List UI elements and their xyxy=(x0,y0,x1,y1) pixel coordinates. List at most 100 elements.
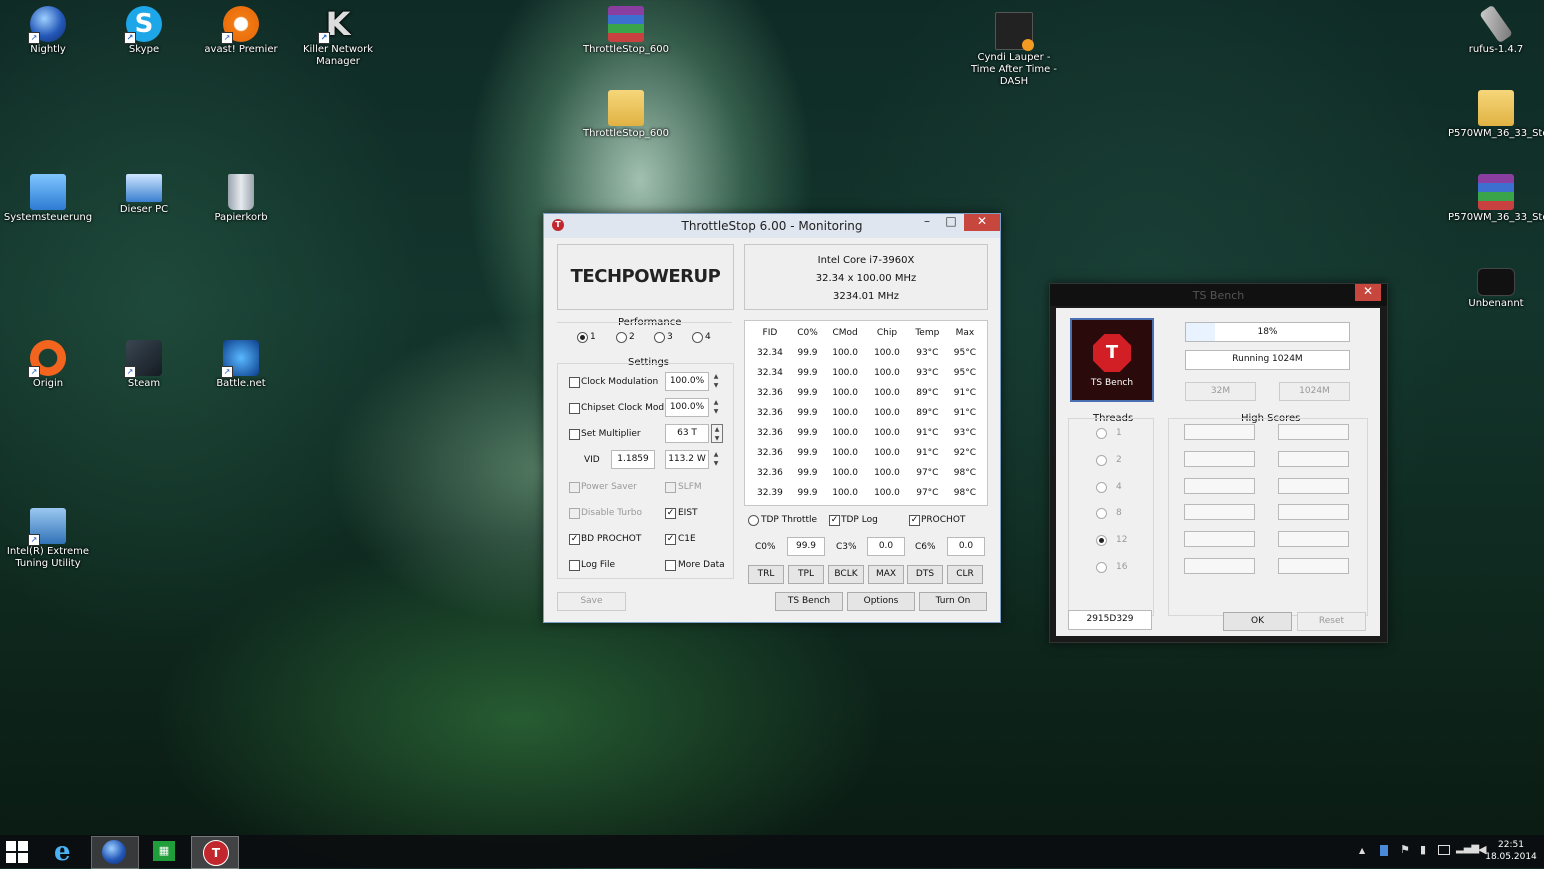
maximize-button[interactable]: □ xyxy=(938,214,964,231)
taskbar-throttlestop[interactable]: T xyxy=(191,836,239,869)
table-cell: 98°C xyxy=(953,488,977,498)
high-score-field xyxy=(1184,450,1255,467)
desktop-icon-label: P570WM_36_33_Stock xyxy=(1448,212,1544,223)
slfm-checkbox[interactable] xyxy=(665,482,676,493)
performance-radio-4[interactable] xyxy=(692,332,703,343)
ts-bench-close-button[interactable]: ✕ xyxy=(1355,284,1381,301)
tdp-log-checkbox[interactable]: ✓ xyxy=(829,515,840,526)
ts-bench-title-bar[interactable]: TS Bench ✕ xyxy=(1050,284,1387,306)
performance-radio-2[interactable] xyxy=(616,332,627,343)
bclk-button[interactable]: BCLK xyxy=(828,565,864,584)
desktop-icon-battlenet[interactable]: ↗ Battle.net xyxy=(193,340,289,390)
reset-button[interactable]: Reset xyxy=(1297,612,1366,631)
chipset-clock-mod-spinner[interactable]: ▲ ▼ xyxy=(711,398,721,416)
desktop-icon-label: Skype xyxy=(128,44,160,55)
device-icon[interactable]: ▮ xyxy=(1420,843,1426,856)
desktop-icon-intel-xtu[interactable]: ↗ Intel(R) Extreme Tuning Utility xyxy=(0,508,96,570)
performance-radio-3[interactable] xyxy=(654,332,665,343)
thread-radio-2[interactable] xyxy=(1096,454,1107,466)
eist-checkbox[interactable]: ✓ xyxy=(665,508,676,519)
column-header: Chip xyxy=(876,328,898,338)
desktop-icon-throttlestop-archive[interactable]: ThrottleStop_600 xyxy=(578,6,674,56)
ok-button[interactable]: OK xyxy=(1223,612,1292,631)
clock-modulation-checkbox[interactable] xyxy=(569,377,580,388)
c1e-checkbox[interactable]: ✓ xyxy=(665,534,676,545)
desktop-icon-dieser-pc[interactable]: Dieser PC xyxy=(96,174,192,216)
desktop-icon-killer-network[interactable]: K ↗ Killer Network Manager xyxy=(290,6,386,68)
close-button[interactable]: ✕ xyxy=(964,214,1000,231)
chipset-clock-mod-checkbox[interactable] xyxy=(569,403,580,414)
clock-modulation-value[interactable]: 100.0% xyxy=(665,372,709,391)
taskbar-firefox-nightly[interactable] xyxy=(91,836,139,869)
desktop-icon-avast[interactable]: ↗ avast! Premier xyxy=(193,6,289,56)
desktop-icon-origin[interactable]: ↗ Origin xyxy=(0,340,96,390)
power-watts-spinner[interactable]: ▲ ▼ xyxy=(711,450,721,468)
set-multiplier-value[interactable]: 63 T xyxy=(665,424,709,443)
clr-button[interactable]: CLR xyxy=(947,565,983,584)
set-multiplier-spinner[interactable]: ▲ ▼ xyxy=(711,424,723,443)
thread-radio-16[interactable] xyxy=(1096,562,1107,573)
bd-prochot-checkbox[interactable]: ✓ xyxy=(569,534,580,545)
tpl-button[interactable]: TPL xyxy=(788,565,824,584)
table-row: 32.34 99.9 100.0 100.0 93°C 95°C xyxy=(749,343,983,363)
desktop-icon-unbenannt[interactable]: Unbenannt xyxy=(1448,258,1544,310)
thread-radio-1[interactable] xyxy=(1096,428,1107,439)
show-hidden-icons-icon[interactable]: ▲ xyxy=(1359,846,1365,855)
desktop-icon-label: Systemsteuerung xyxy=(3,212,93,223)
disable-turbo-checkbox[interactable] xyxy=(569,508,580,519)
action-center-flag-icon[interactable]: ⚑ xyxy=(1400,843,1410,856)
max-button[interactable]: MAX xyxy=(868,565,904,584)
performance-radio-1[interactable] xyxy=(577,332,588,343)
clock-modulation-spinner[interactable]: ▲ ▼ xyxy=(711,372,721,390)
desktop-icon-label: Battle.net xyxy=(216,378,266,389)
taskbar-store[interactable]: ▦ xyxy=(141,836,187,867)
desktop-icon-rufus[interactable]: rufus-1.4.7 xyxy=(1448,4,1544,56)
chipset-clock-mod-value[interactable]: 100.0% xyxy=(665,398,709,417)
set-multiplier-checkbox[interactable] xyxy=(569,429,580,440)
prochot-label: PROCHOT xyxy=(921,515,966,525)
prochot-checkbox[interactable]: ✓ xyxy=(909,515,920,526)
desktop-icon-steam[interactable]: ↗ Steam xyxy=(96,340,192,390)
high-score-field xyxy=(1278,504,1349,521)
power-saver-checkbox[interactable] xyxy=(569,482,580,493)
desktop-icon-skype[interactable]: S ↗ Skype xyxy=(96,6,192,56)
high-score-field xyxy=(1184,504,1255,521)
thread-radio-4[interactable] xyxy=(1096,481,1107,493)
dts-button[interactable]: DTS xyxy=(907,565,943,584)
windows-logo-icon xyxy=(6,841,28,863)
ts-bench-body: T TS Bench 18% Running 1024M 32M 1024M T… xyxy=(1056,308,1380,636)
nightly-icon xyxy=(102,840,126,864)
title-bar[interactable]: T ThrottleStop 6.00 - Monitoring – □ ✕ xyxy=(544,214,1000,238)
save-button[interactable]: Save xyxy=(557,592,626,611)
video-file-icon xyxy=(995,12,1034,51)
desktop-icon-label: avast! Premier xyxy=(204,44,278,55)
desktop-icon-nightly[interactable]: ↗ Nightly xyxy=(0,6,96,56)
start-button[interactable] xyxy=(6,841,28,863)
taskbar-internet-explorer[interactable]: e xyxy=(44,836,90,867)
network-signal-icon[interactable]: ▂▄▆ xyxy=(1456,843,1479,854)
size-32m-button[interactable]: 32M xyxy=(1185,382,1256,401)
minimize-button[interactable]: – xyxy=(914,214,940,231)
high-score-field xyxy=(1184,531,1255,548)
ts-bench-logo-label: TS Bench xyxy=(1090,378,1134,388)
turn-on-button[interactable]: Turn On xyxy=(919,592,987,611)
notification-flag-icon[interactable] xyxy=(1380,845,1388,856)
desktop-icon-papierkorb[interactable]: Papierkorb xyxy=(193,174,289,224)
more-data-checkbox[interactable] xyxy=(665,560,676,571)
desktop-icon-throttlestop-folder[interactable]: ThrottleStop_600 xyxy=(578,90,674,140)
monitoring-table-panel: FID C0% CMod Chip Temp Max 32.34 99.9 100.… xyxy=(744,320,988,506)
desktop-icon-systemsteuerung[interactable]: Systemsteuerung xyxy=(0,174,96,224)
desktop-icon-p570wm-archive[interactable]: P570WM_36_33_Stock xyxy=(1448,174,1544,224)
trl-button[interactable]: TRL xyxy=(748,565,784,584)
tdp-throttle-radio[interactable] xyxy=(748,515,759,526)
clock[interactable]: 22:51 18.05.2014 xyxy=(1483,839,1539,863)
size-1024m-button[interactable]: 1024M xyxy=(1279,382,1350,401)
battery-icon[interactable] xyxy=(1438,845,1450,855)
ts-bench-button[interactable]: TS Bench xyxy=(775,592,843,611)
log-file-checkbox[interactable] xyxy=(569,560,580,571)
power-saver-label: Power Saver xyxy=(581,482,637,492)
desktop-icon-cyndi-lauper[interactable]: Cyndi Lauper - Time After Time - DASH xyxy=(966,12,1062,88)
options-button[interactable]: Options xyxy=(847,592,915,611)
desktop-icon-p570wm-folder[interactable]: P570WM_36_33_Stock xyxy=(1448,90,1544,140)
vid-label: VID xyxy=(584,455,600,465)
